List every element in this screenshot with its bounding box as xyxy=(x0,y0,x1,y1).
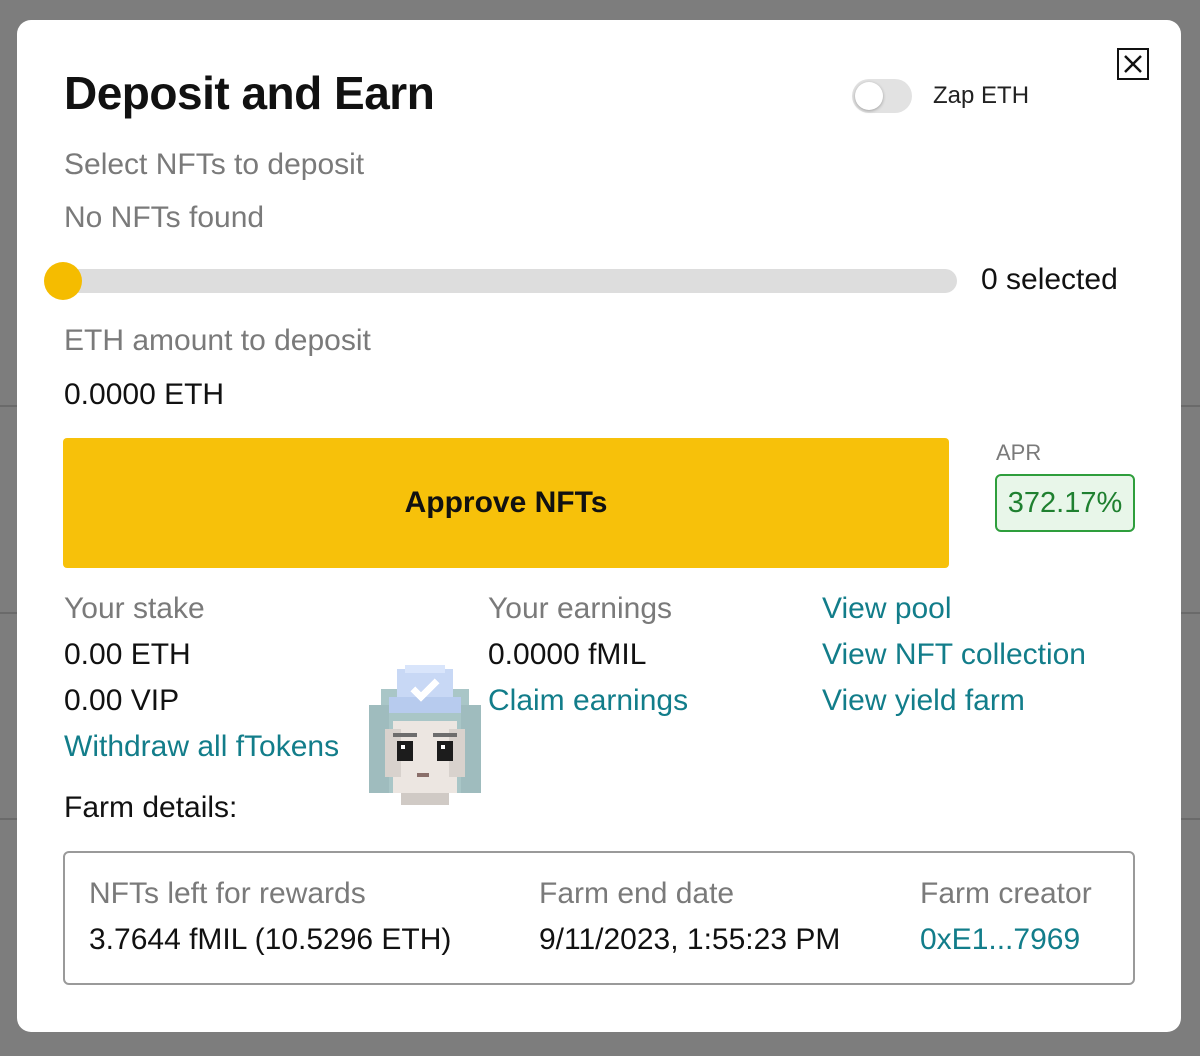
select-nfts-label: Select NFTs to deposit xyxy=(64,148,365,181)
eth-amount-label: ETH amount to deposit xyxy=(64,324,371,357)
earnings-value: 0.0000 fMIL xyxy=(488,638,647,671)
farm-details-heading: Farm details: xyxy=(64,791,238,824)
nft-count-slider[interactable] xyxy=(45,269,957,293)
view-nft-collection-link[interactable]: View NFT collection xyxy=(822,638,1086,672)
background-divider xyxy=(0,405,17,407)
background-divider xyxy=(0,818,17,820)
close-icon xyxy=(1124,55,1142,73)
toggle-knob xyxy=(855,82,883,110)
no-nfts-message: No NFTs found xyxy=(64,201,265,234)
background-divider xyxy=(1181,612,1200,614)
view-yield-farm-link[interactable]: View yield farm xyxy=(822,684,1025,718)
deposit-modal: Deposit and Earn Zap ETH Select NFTs to … xyxy=(17,20,1181,1032)
pixel-avatar-icon xyxy=(369,665,481,805)
claim-earnings-link[interactable]: Claim earnings xyxy=(488,684,688,718)
farm-creator-label: Farm creator xyxy=(920,877,1092,910)
apr-badge: 372.17% xyxy=(995,474,1135,532)
your-stake-label: Your stake xyxy=(64,592,205,625)
approve-nfts-button[interactable]: Approve NFTs xyxy=(63,438,949,568)
farm-details-panel: NFTs left for rewards 3.7644 fMIL (10.52… xyxy=(63,851,1135,985)
modal-title: Deposit and Earn xyxy=(64,67,435,119)
selected-count: 0 selected xyxy=(981,263,1118,296)
background-divider xyxy=(1181,405,1200,407)
nfts-left-label: NFTs left for rewards xyxy=(89,877,366,910)
stake-eth-value: 0.00 ETH xyxy=(64,638,191,671)
zap-eth-toggle[interactable] xyxy=(852,79,912,113)
view-pool-link[interactable]: View pool xyxy=(822,592,952,626)
zap-eth-label: Zap ETH xyxy=(933,82,1030,109)
background-divider xyxy=(1181,818,1200,820)
farm-creator-address-link[interactable]: 0xE1...7969 xyxy=(920,923,1080,957)
eth-amount-value: 0.0000 ETH xyxy=(64,378,225,411)
farm-end-date-label: Farm end date xyxy=(539,877,735,910)
slider-thumb[interactable] xyxy=(44,262,82,300)
nfts-left-value: 3.7644 fMIL (10.5296 ETH) xyxy=(89,923,452,956)
stake-vip-value: 0.00 VIP xyxy=(64,684,180,717)
close-button[interactable] xyxy=(1117,48,1149,80)
background-divider xyxy=(0,612,17,614)
your-earnings-label: Your earnings xyxy=(488,592,673,625)
farm-end-date-value: 9/11/2023, 1:55:23 PM xyxy=(539,923,841,956)
apr-label: APR xyxy=(996,440,1042,465)
withdraw-all-link[interactable]: Withdraw all fTokens xyxy=(64,730,339,764)
